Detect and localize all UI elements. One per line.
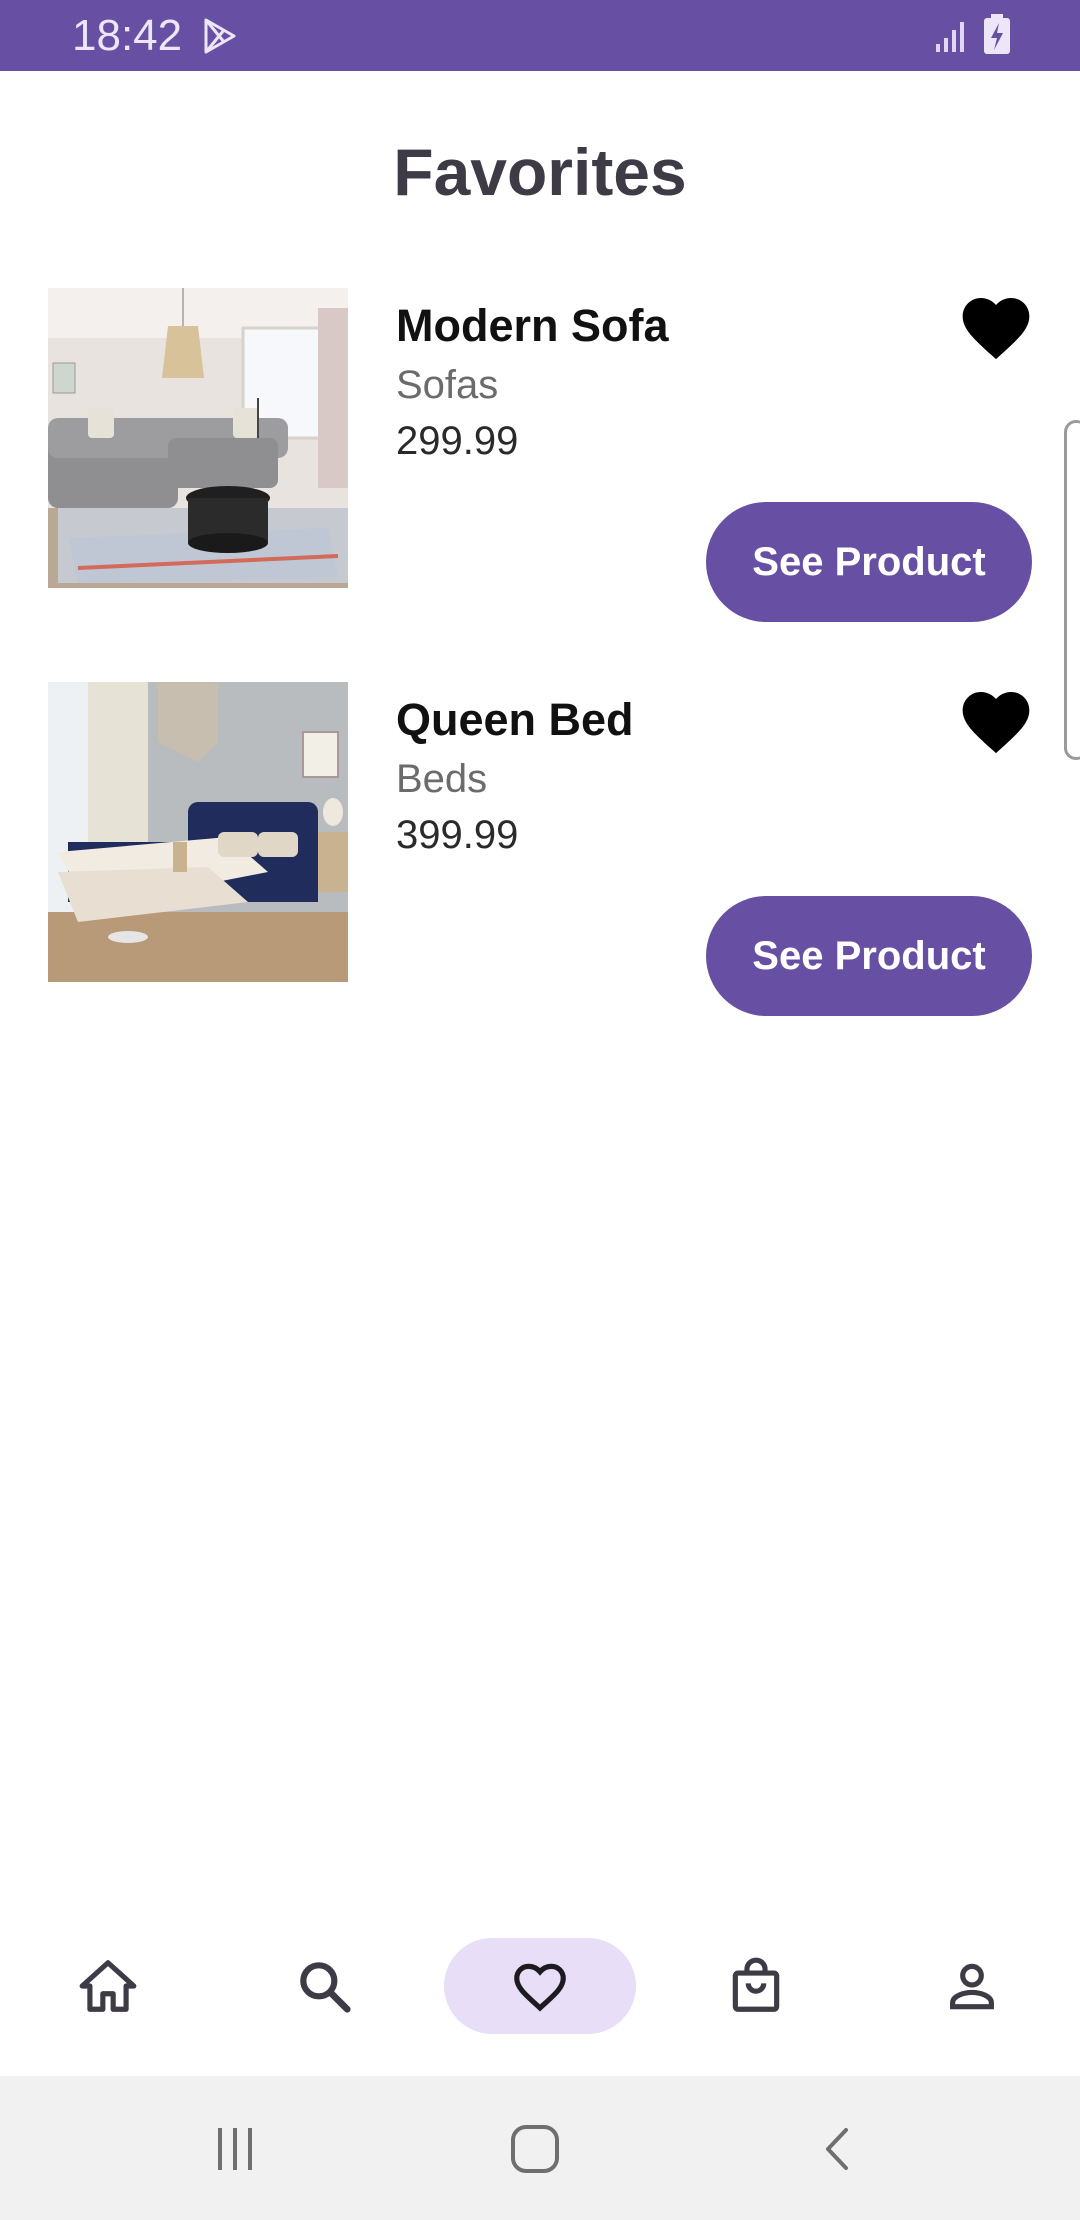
favorite-heart-icon[interactable] [956, 682, 1036, 762]
back-icon [826, 2128, 848, 2170]
nav-favorites[interactable] [444, 1938, 636, 2034]
search-icon [300, 1962, 351, 2013]
product-price: 399.99 [396, 813, 519, 857]
status-bar: 18:42 [0, 0, 1080, 71]
product-category: Sofas [396, 363, 499, 407]
product-image[interactable] [48, 288, 348, 588]
nav-profile[interactable] [924, 1938, 1020, 2034]
recent-apps-button[interactable] [200, 2114, 270, 2184]
product-name: Modern Sofa [396, 300, 669, 351]
favorite-card: Modern Sofa Sofas 299.99 See Product [0, 288, 1080, 622]
home-circle-icon [511, 2125, 559, 2173]
living-room-sofa-photo [48, 288, 348, 588]
play-store-icon [204, 18, 236, 54]
person-icon [950, 1963, 994, 2010]
status-time: 18:42 [72, 11, 183, 60]
favorite-card: Queen Bed Beds 399.99 See Product [0, 682, 1080, 1016]
favorite-heart-icon[interactable] [956, 288, 1036, 368]
scroll-handle[interactable] [1064, 420, 1080, 760]
shopping-bag-icon [732, 1957, 780, 2012]
recent-apps-icon [218, 2128, 252, 2170]
heart-icon [514, 1963, 566, 2012]
battery-charging-icon [984, 14, 1010, 54]
back-button[interactable] [804, 2114, 874, 2184]
see-product-button[interactable]: See Product [706, 896, 1032, 1016]
bottom-navigation [0, 1910, 1080, 2076]
bedroom-bed-photo [48, 682, 348, 982]
home-icon [79, 1960, 137, 2012]
nav-cart[interactable] [708, 1938, 804, 2034]
nav-home[interactable] [60, 1938, 156, 2034]
product-name: Queen Bed [396, 694, 634, 745]
app-root: 18:42 Favorites Modern Sofa Sofas 299.99… [0, 0, 1080, 2220]
product-image[interactable] [48, 682, 348, 982]
home-system-button[interactable] [500, 2114, 570, 2184]
system-navigation-bar [0, 2076, 1080, 2220]
product-price: 299.99 [396, 419, 519, 463]
see-product-button[interactable]: See Product [706, 502, 1032, 622]
nav-search[interactable] [276, 1938, 372, 2034]
product-category: Beds [396, 757, 488, 801]
page-title: Favorites [393, 135, 687, 209]
signal-icon [936, 22, 964, 52]
